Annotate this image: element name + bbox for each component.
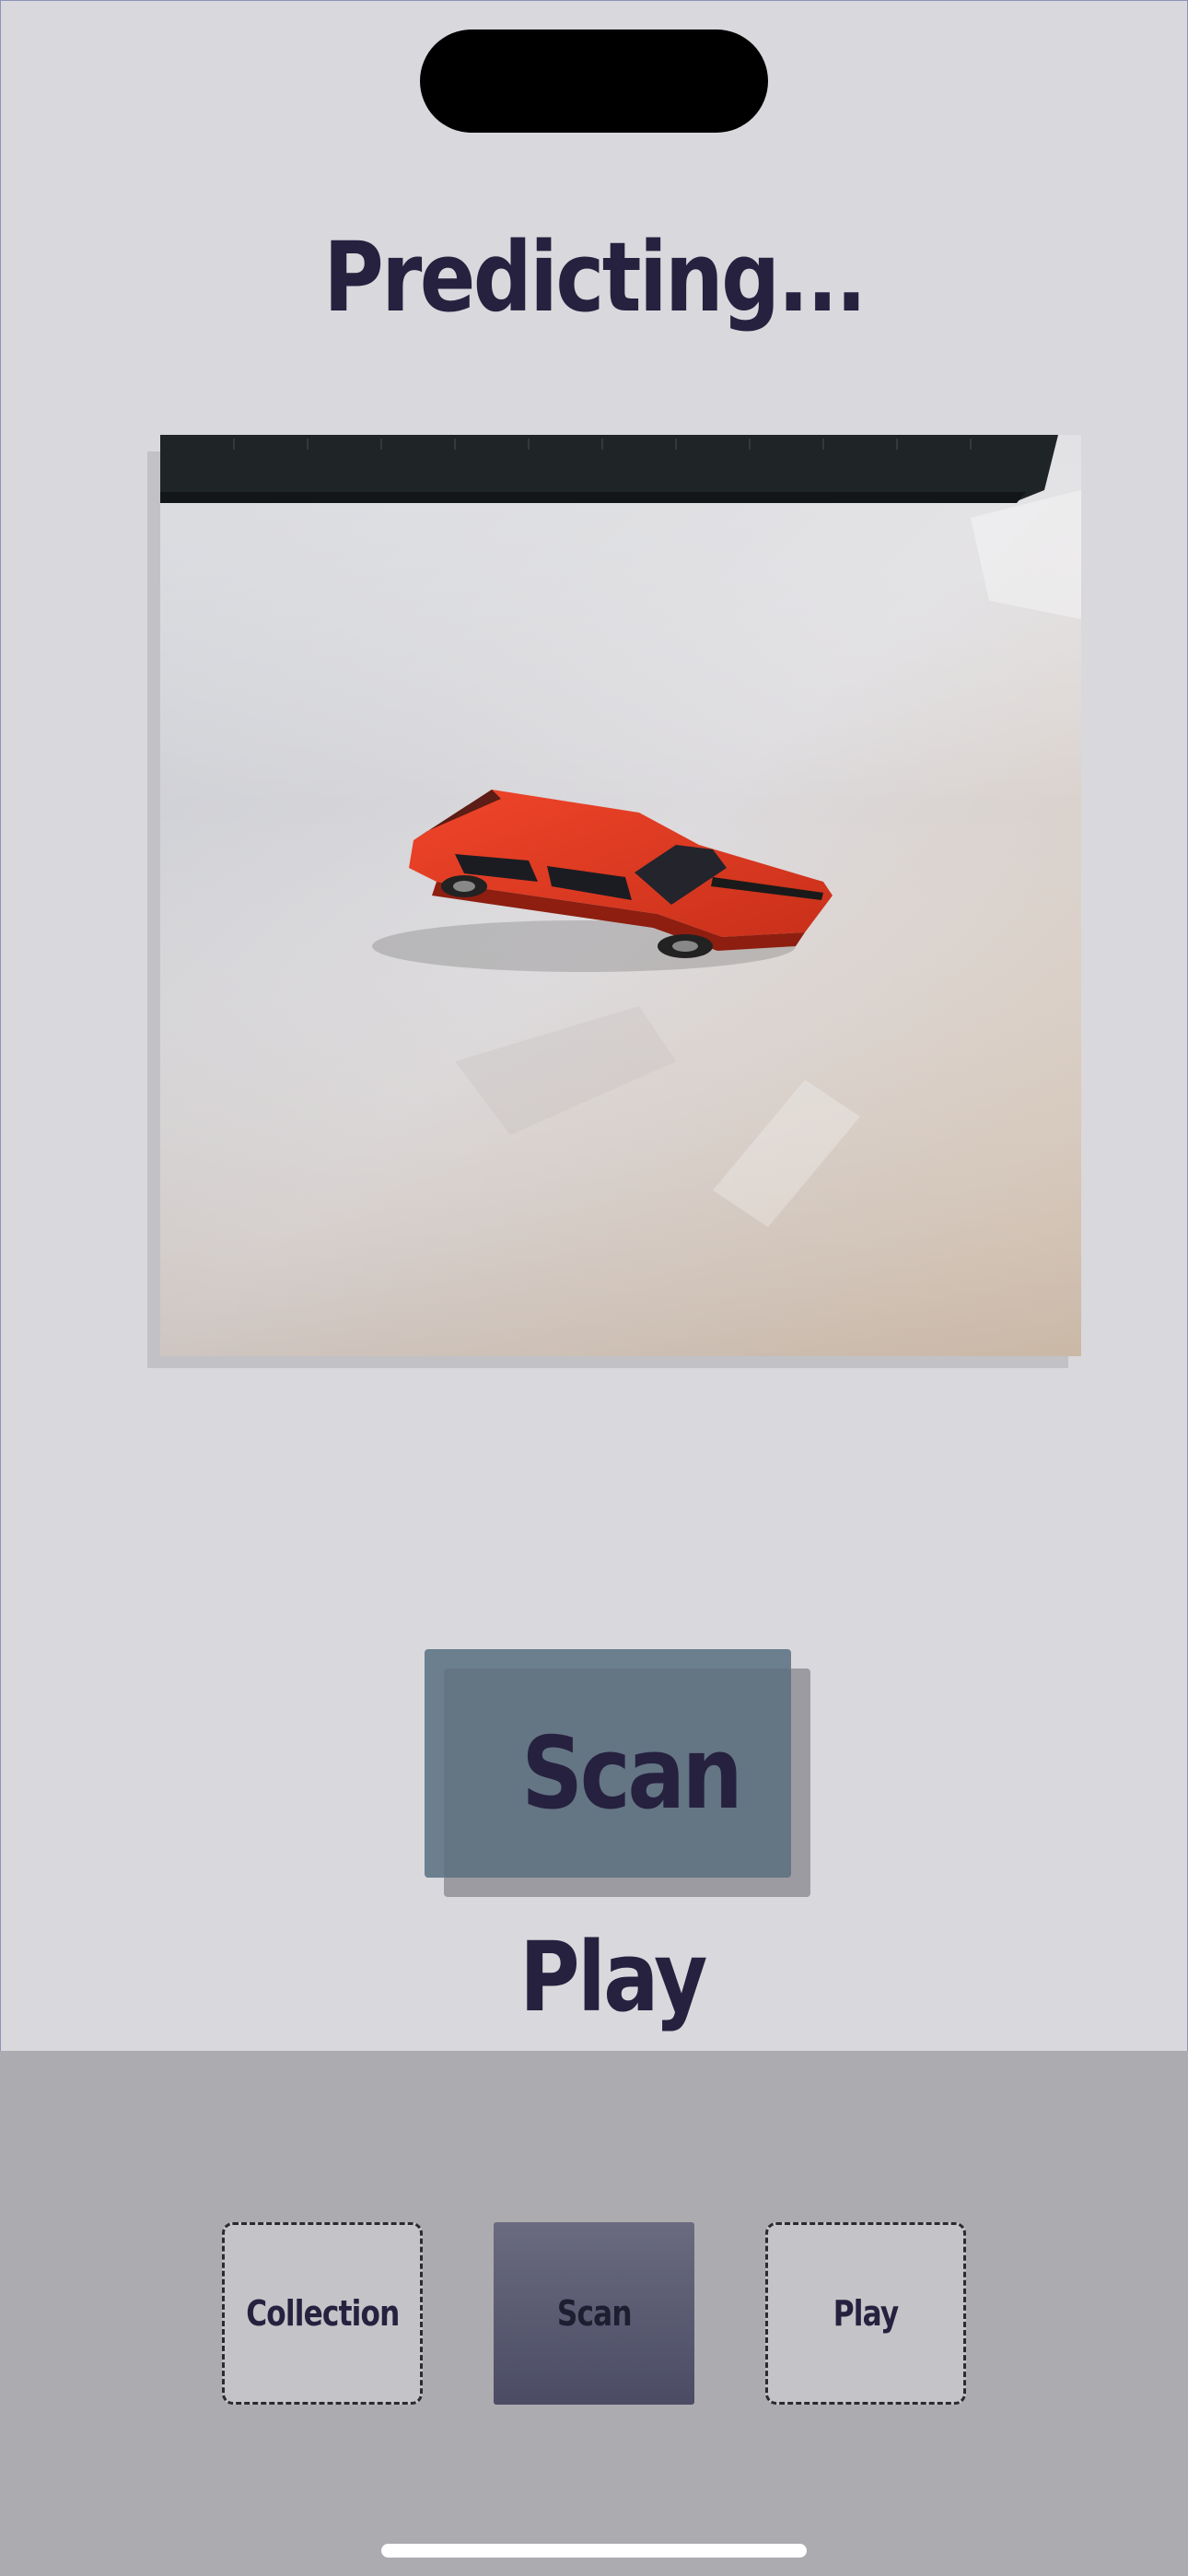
- toy-car-image: [160, 435, 1081, 1356]
- tab-play[interactable]: Play: [765, 2222, 966, 2405]
- tab-scan[interactable]: Scan: [494, 2222, 694, 2405]
- tab-scan-label: Scan: [556, 2293, 633, 2334]
- tab-play-label: Play: [833, 2293, 899, 2334]
- home-indicator: [381, 2544, 807, 2558]
- scan-button-label: Scan: [521, 1715, 742, 1832]
- tab-collection[interactable]: Collection: [222, 2222, 423, 2405]
- tab-collection-label: Collection: [245, 2293, 400, 2334]
- captured-photo: [160, 435, 1081, 1356]
- scan-button[interactable]: Scan: [425, 1649, 791, 1878]
- play-link[interactable]: Play: [86, 1921, 1139, 2033]
- dynamic-island: [420, 29, 768, 133]
- page-title: Predicting...: [323, 221, 867, 334]
